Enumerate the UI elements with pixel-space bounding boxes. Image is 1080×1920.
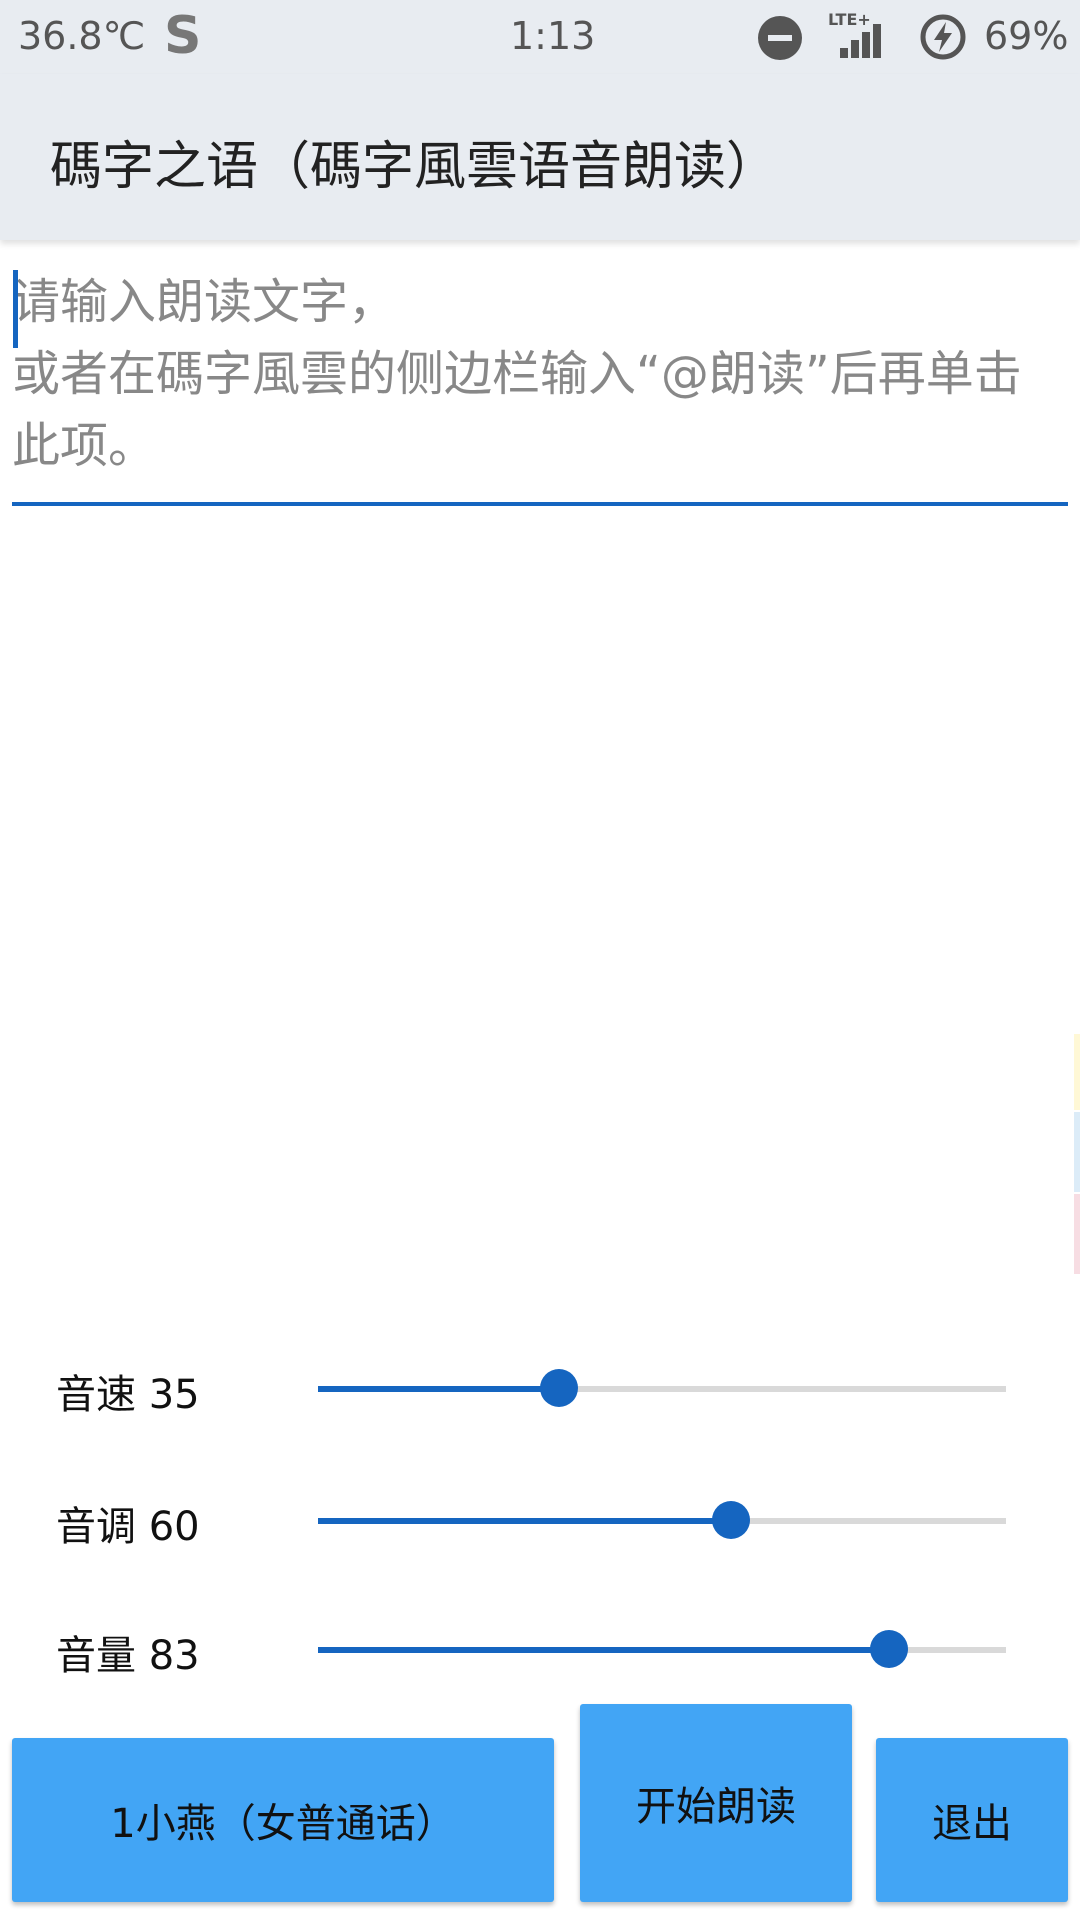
signal-icon xyxy=(840,18,890,58)
battery-percent-text: 69% xyxy=(984,14,1069,58)
exit-button[interactable]: 退出 xyxy=(876,1738,1068,1902)
app-bar: 碼字之语（碼字風雲语音朗读） xyxy=(0,74,1080,240)
pitch-slider-fill xyxy=(318,1518,731,1524)
edge-handle-yellow xyxy=(1074,1034,1080,1110)
edge-handle-blue xyxy=(1074,1112,1080,1192)
page-title: 碼字之语（碼字風雲语音朗读） xyxy=(50,137,779,197)
app-logo-icon: S xyxy=(164,6,202,66)
speed-label: 音速 35 xyxy=(56,1372,200,1418)
volume-label: 音量 83 xyxy=(56,1633,200,1679)
speed-row: 音速 35 xyxy=(0,1348,1080,1428)
clock-text: 1:13 xyxy=(510,14,596,58)
status-bar: 36.8℃ S 1:13 LTE+ 69% xyxy=(0,0,1080,74)
volume-slider[interactable] xyxy=(318,1630,1006,1668)
volume-slider-fill xyxy=(318,1647,890,1653)
battery-charging-icon xyxy=(920,14,966,60)
read-text-input[interactable]: 请输入朗读文字， 或者在碼字風雲的侧边栏输入“@朗读”后再单击此项。 xyxy=(12,266,1068,506)
speed-slider-fill xyxy=(318,1386,559,1392)
pitch-label: 音调 60 xyxy=(56,1504,200,1550)
temperature-text: 36.8℃ xyxy=(18,14,146,58)
start-reading-button[interactable]: 开始朗读 xyxy=(580,1704,852,1902)
pitch-row: 音调 60 xyxy=(0,1480,1080,1560)
volume-row: 音量 83 xyxy=(0,1609,1080,1689)
pitch-slider[interactable] xyxy=(318,1501,1006,1539)
volume-slider-thumb[interactable] xyxy=(870,1630,909,1668)
edge-handle-pink xyxy=(1074,1194,1080,1274)
text-cursor xyxy=(13,270,18,348)
dnd-icon xyxy=(758,16,802,60)
voice-select-button[interactable]: 1小燕（女普通话） xyxy=(12,1738,554,1902)
speed-slider[interactable] xyxy=(318,1369,1006,1407)
pitch-slider-thumb[interactable] xyxy=(711,1501,750,1539)
speed-slider-thumb[interactable] xyxy=(539,1369,578,1407)
